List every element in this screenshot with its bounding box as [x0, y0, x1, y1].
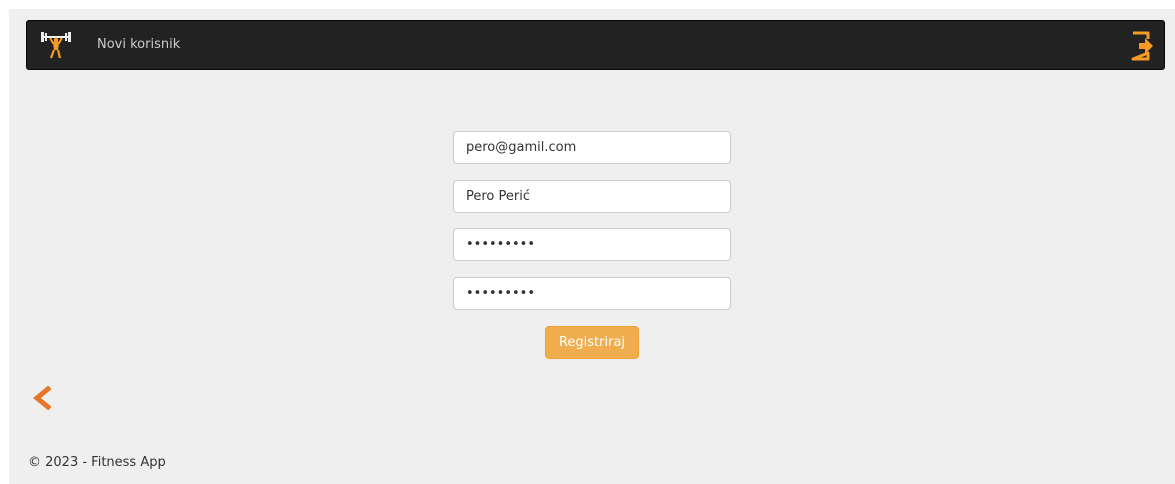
chevron-left-icon[interactable] [32, 386, 52, 410]
footer-copyright: © 2023 - Fitness App [28, 455, 166, 470]
confirm-password-field[interactable] [453, 277, 731, 310]
register-button[interactable]: Registriraj [545, 326, 639, 359]
navbar: Novi korisnik [26, 20, 1165, 70]
full-name-field[interactable] [453, 180, 731, 213]
page-body: Novi korisnik Registriraj © 2023 - Fitne… [9, 9, 1175, 484]
password-field[interactable] [453, 228, 731, 261]
weightlifter-icon[interactable] [39, 31, 73, 59]
sign-out-icon[interactable] [1130, 31, 1156, 61]
page-title: Novi korisnik [97, 37, 181, 52]
email-field[interactable] [453, 131, 731, 164]
